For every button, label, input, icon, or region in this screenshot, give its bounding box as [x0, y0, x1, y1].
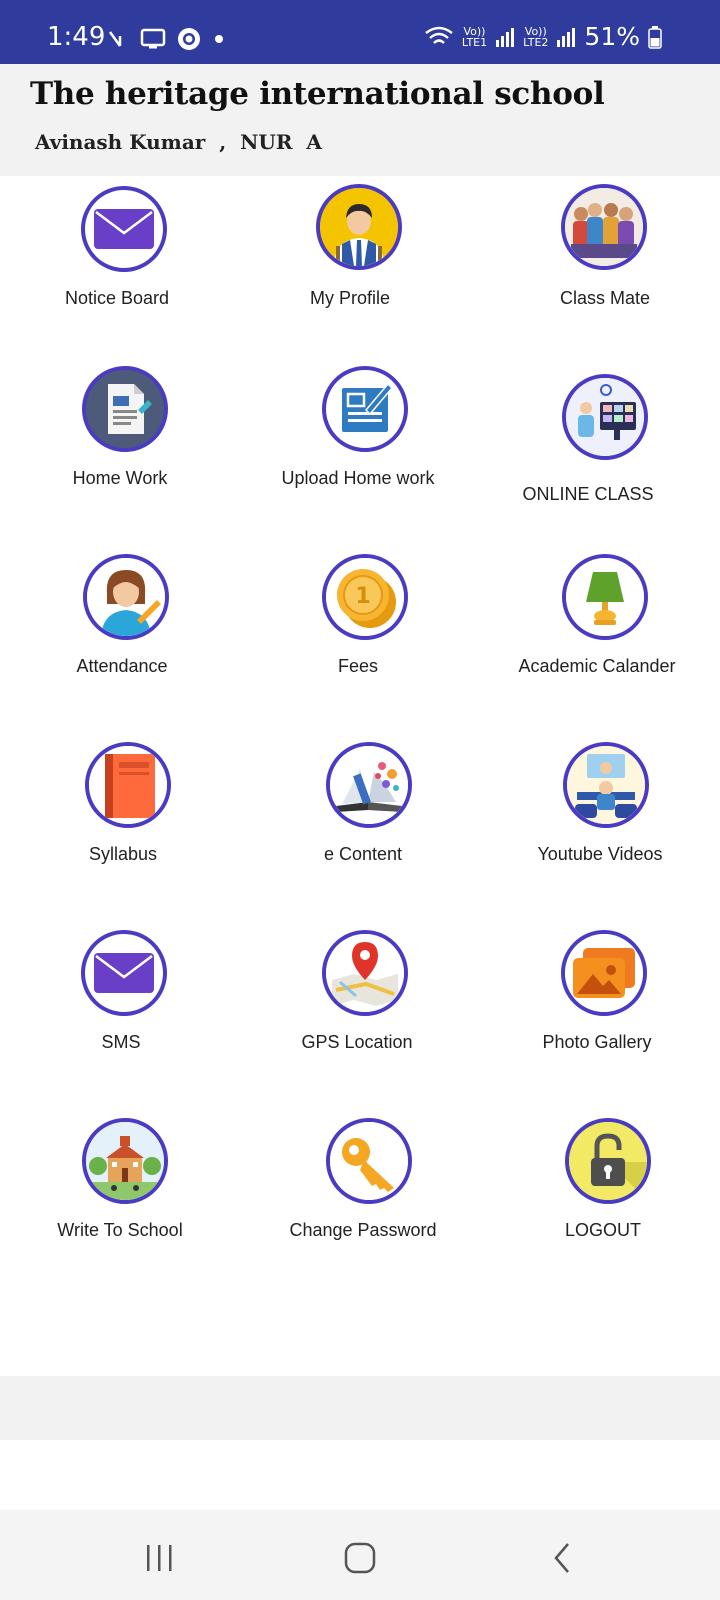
- menu-label: Change Password: [289, 1220, 437, 1240]
- menu-label: SMS: [101, 1032, 141, 1052]
- menu-label: Notice Board: [64, 288, 170, 308]
- menu-label: Attendance: [76, 656, 168, 676]
- signal-icon-2: [557, 27, 576, 47]
- padlock-open-icon: [565, 1118, 651, 1204]
- back-chevron-icon: [554, 1543, 569, 1573]
- map-pin-icon: [322, 930, 408, 1016]
- book-icon: [85, 742, 171, 828]
- envelope-icon: [81, 186, 167, 272]
- attendance-teacher-icon: [83, 554, 169, 640]
- coin-icon: 1: [322, 554, 408, 640]
- status-right-icons: Vo)) LTE1 Vo)) LTE2 51%: [424, 22, 662, 51]
- menu-item-class-mate[interactable]: Class Mate: [480, 176, 720, 336]
- wifi-icon: [425, 26, 453, 44]
- status-notification-icons: [108, 26, 226, 52]
- screen-cast-icon: [140, 28, 166, 49]
- online-class-icon: [562, 374, 648, 460]
- app-header: The heritage international school Avinas…: [0, 64, 720, 176]
- menu-label: Syllabus: [88, 844, 158, 864]
- battery-percent: 51%: [584, 22, 640, 51]
- menu-item-my-profile[interactable]: My Profile: [240, 176, 480, 336]
- upload-homework-icon: [322, 366, 408, 452]
- photo-gallery-icon: [561, 930, 647, 1016]
- menu-label: Class Mate: [559, 288, 651, 308]
- menu-item-photo-gallery[interactable]: Photo Gallery: [480, 924, 720, 1084]
- menu-label: ONLINE CLASS: [522, 484, 654, 504]
- signal-icon-1: [496, 27, 515, 47]
- menu-item-attendance[interactable]: Attendance: [0, 548, 240, 708]
- menu-item-gps-location[interactable]: GPS Location: [240, 924, 480, 1084]
- menu-item-home-work[interactable]: Home Work: [0, 360, 240, 520]
- menu-item-change-password[interactable]: Change Password: [240, 1112, 480, 1272]
- battery-icon: [648, 25, 662, 49]
- video-learning-icon: [563, 742, 649, 828]
- svg-text:1: 1: [355, 584, 370, 609]
- sim1-indicator: Vo)) LTE1: [461, 24, 488, 49]
- menu-item-youtube-videos[interactable]: Youtube Videos: [480, 736, 720, 896]
- menu-label: LOGOUT: [564, 1220, 641, 1240]
- student-info: Avinash Kumar , NUR A: [35, 130, 322, 154]
- menu-label: Write To School: [57, 1220, 183, 1240]
- menu-label: Academic Calander: [518, 656, 676, 676]
- econtent-book-icon: [326, 742, 412, 828]
- menu-label: Fees: [337, 656, 379, 676]
- home-button[interactable]: [335, 1538, 385, 1578]
- dot-icon: [215, 35, 223, 43]
- status-bar: 1:49 Vo)) LTE1 Vo)) LTE2 51%: [0, 0, 720, 64]
- menu-label: My Profile: [309, 288, 390, 308]
- menu-label: GPS Location: [301, 1032, 413, 1052]
- menu-item-e-content[interactable]: e Content: [240, 736, 480, 896]
- menu-label: e Content: [323, 844, 403, 864]
- menu-item-logout[interactable]: LOGOUT: [480, 1112, 720, 1272]
- footer-band: [0, 1376, 720, 1440]
- menu-item-write-to-school[interactable]: Write To School: [0, 1112, 240, 1272]
- school-name: The heritage international school: [30, 76, 605, 112]
- system-nav-bar: [0, 1510, 720, 1600]
- home-icon: [344, 1542, 376, 1574]
- sim2-indicator: Vo)) LTE2: [523, 24, 549, 49]
- menu-label: Youtube Videos: [537, 844, 663, 864]
- menu-item-academic-calander[interactable]: Academic Calander: [480, 548, 720, 708]
- menu-item-notice-board[interactable]: Notice Board: [0, 176, 240, 336]
- key-icon: [326, 1118, 412, 1204]
- classmates-group-icon: [561, 184, 647, 270]
- lamp-icon: [562, 554, 648, 640]
- student-avatar-icon: [316, 184, 402, 270]
- menu-item-fees[interactable]: 1 Fees: [240, 548, 480, 708]
- school-building-icon: [82, 1118, 168, 1204]
- menu-item-syllabus[interactable]: Syllabus: [0, 736, 240, 896]
- menu-item-online-class[interactable]: ONLINE CLASS: [480, 360, 720, 520]
- missed-call-icon: [108, 31, 122, 47]
- menu-item-upload-home-work[interactable]: Upload Home work: [240, 360, 480, 520]
- homework-document-icon: [82, 366, 168, 452]
- menu-label: Photo Gallery: [542, 1032, 652, 1052]
- menu-item-sms[interactable]: SMS: [0, 924, 240, 1084]
- record-icon: [178, 28, 200, 50]
- menu-label: Home Work: [72, 468, 168, 488]
- back-button[interactable]: [537, 1538, 587, 1578]
- recent-apps-button[interactable]: [134, 1538, 184, 1578]
- sms-envelope-icon: [81, 930, 167, 1016]
- recent-apps-icon: [147, 1545, 172, 1571]
- status-time: 1:49: [47, 22, 106, 52]
- menu-label: Upload Home work: [281, 468, 435, 488]
